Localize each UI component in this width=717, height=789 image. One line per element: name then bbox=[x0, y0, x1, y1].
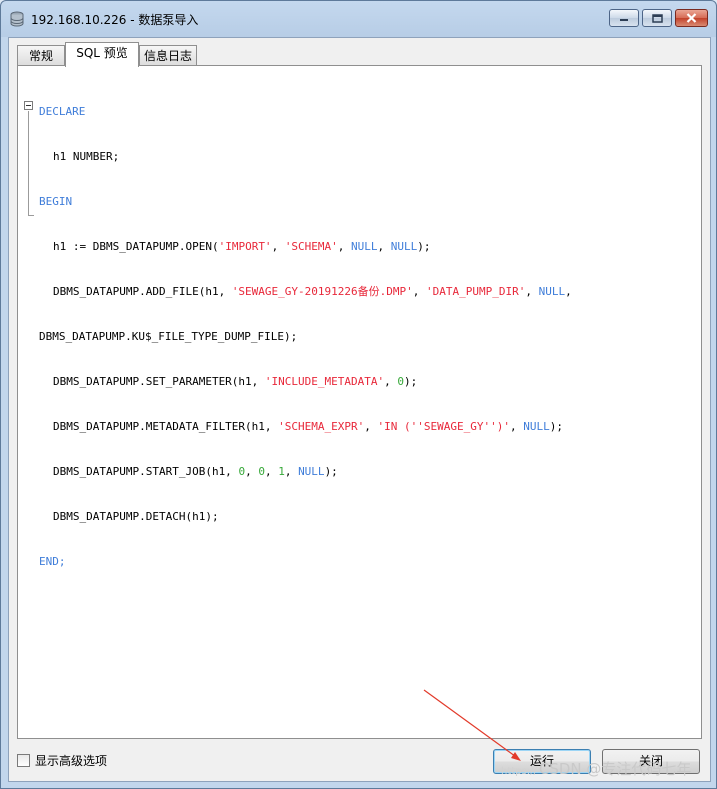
code-text: ); bbox=[404, 375, 418, 388]
string-literal: 'SCHEMA_EXPR' bbox=[278, 420, 365, 433]
sql-preview-panel[interactable]: DECLARE h1 NUMBER; BEGIN h1 := DBMS_DATA… bbox=[17, 65, 702, 739]
keyword: DECLARE bbox=[39, 105, 86, 118]
window-title: 192.168.10.226 - 数据泵导入 bbox=[31, 13, 199, 27]
watermark: https://CSDN @专注代码七年 bbox=[501, 758, 691, 779]
string-literal: 'SEWAGE_GY-20191226备份.DMP' bbox=[231, 285, 413, 298]
code-line: DBMS_DATAPUMP.ADD_FILE(h1, 'SEWAGE_GY-20… bbox=[53, 285, 572, 298]
string-literal: 'DATA_PUMP_DIR' bbox=[426, 285, 526, 298]
code-line: DBMS_DATAPUMP.DETACH(h1); bbox=[18, 509, 572, 524]
tab-info-log[interactable]: 信息日志 bbox=[139, 45, 197, 66]
close-window-button[interactable] bbox=[675, 9, 708, 27]
keyword: NULL bbox=[538, 285, 566, 298]
code-text: DBMS_DATAPUMP.SET_PARAMETER(h1, bbox=[53, 375, 265, 388]
code-text: h1 := DBMS_DATAPUMP.OPEN( bbox=[53, 240, 219, 253]
code-line: h1 NUMBER; bbox=[18, 149, 572, 164]
code-line: BEGIN bbox=[18, 194, 572, 209]
number-literal: 1 bbox=[278, 465, 285, 478]
show-advanced-label: 显示高级选项 bbox=[35, 754, 108, 768]
code-text: ); bbox=[417, 240, 431, 253]
code-line: DBMS_DATAPUMP.SET_PARAMETER(h1, 'INCLUDE… bbox=[53, 375, 418, 388]
watermark-prefix: https:// bbox=[501, 766, 537, 777]
string-literal: 'IMPORT' bbox=[218, 240, 272, 253]
code-line: DBMS_DATAPUMP.START_JOB(h1, 0, 0, 1, NUL… bbox=[53, 465, 338, 478]
dialog-client-area: 常规 SQL 预览 信息日志 DECLARE h1 NUMBER; BEGIN … bbox=[8, 37, 711, 782]
number-literal: 0 bbox=[238, 465, 246, 478]
dialog-window: 192.168.10.226 - 数据泵导入 常规 SQL 预览 信息日志 DE… bbox=[0, 0, 717, 789]
code-text: DBMS_DATAPUMP.START_JOB(h1, bbox=[53, 465, 239, 478]
close-icon bbox=[686, 13, 697, 23]
keyword: BEGIN bbox=[39, 195, 73, 208]
show-advanced-checkbox[interactable] bbox=[17, 754, 30, 767]
code-line: h1 := DBMS_DATAPUMP.OPEN('IMPORT', 'SCHE… bbox=[53, 240, 431, 253]
show-advanced-option[interactable]: 显示高级选项 bbox=[17, 752, 107, 769]
minimize-button[interactable] bbox=[609, 9, 639, 27]
tab-sql-preview[interactable]: SQL 预览 bbox=[65, 42, 139, 67]
code-line: DBMS_DATAPUMP.METADATA_FILTER(h1, 'SCHEM… bbox=[53, 420, 563, 433]
code-line: DBMS_DATAPUMP.KU$_FILE_TYPE_DUMP_FILE); bbox=[18, 329, 572, 344]
maximize-button[interactable] bbox=[642, 9, 672, 27]
code-text: h1 NUMBER; bbox=[53, 150, 120, 163]
sql-code: DECLARE h1 NUMBER; BEGIN h1 := DBMS_DATA… bbox=[18, 74, 572, 599]
code-text: DBMS_DATAPUMP.ADD_FILE(h1, bbox=[53, 285, 232, 298]
keyword: END; bbox=[39, 555, 66, 568]
string-literal: 'IN (''SEWAGE_GY'')' bbox=[377, 420, 510, 433]
keyword: NULL bbox=[390, 240, 418, 253]
code-text: , bbox=[565, 285, 572, 298]
tab-general[interactable]: 常规 bbox=[17, 45, 65, 66]
keyword: NULL bbox=[351, 240, 378, 253]
watermark-text: CSDN @专注代码七年 bbox=[538, 760, 692, 778]
code-line: END; bbox=[18, 554, 572, 569]
string-literal: 'SCHEMA' bbox=[284, 240, 338, 253]
code-line: DECLARE bbox=[18, 104, 572, 119]
code-text: DBMS_DATAPUMP.METADATA_FILTER(h1, bbox=[53, 420, 279, 433]
number-literal: 0 bbox=[258, 465, 265, 478]
code-text: ); bbox=[324, 465, 338, 478]
database-icon bbox=[10, 11, 24, 27]
keyword: NULL bbox=[298, 465, 325, 478]
code-text: DBMS_DATAPUMP.KU$_FILE_TYPE_DUMP_FILE); bbox=[39, 330, 298, 343]
minimize-icon bbox=[620, 19, 628, 21]
code-text: DBMS_DATAPUMP.DETACH(h1); bbox=[53, 510, 219, 523]
title-bar[interactable]: 192.168.10.226 - 数据泵导入 bbox=[1, 1, 716, 37]
code-text: ); bbox=[549, 420, 563, 433]
keyword: NULL bbox=[523, 420, 550, 433]
maximize-icon bbox=[651, 13, 663, 23]
string-literal: 'INCLUDE_METADATA' bbox=[264, 375, 385, 388]
